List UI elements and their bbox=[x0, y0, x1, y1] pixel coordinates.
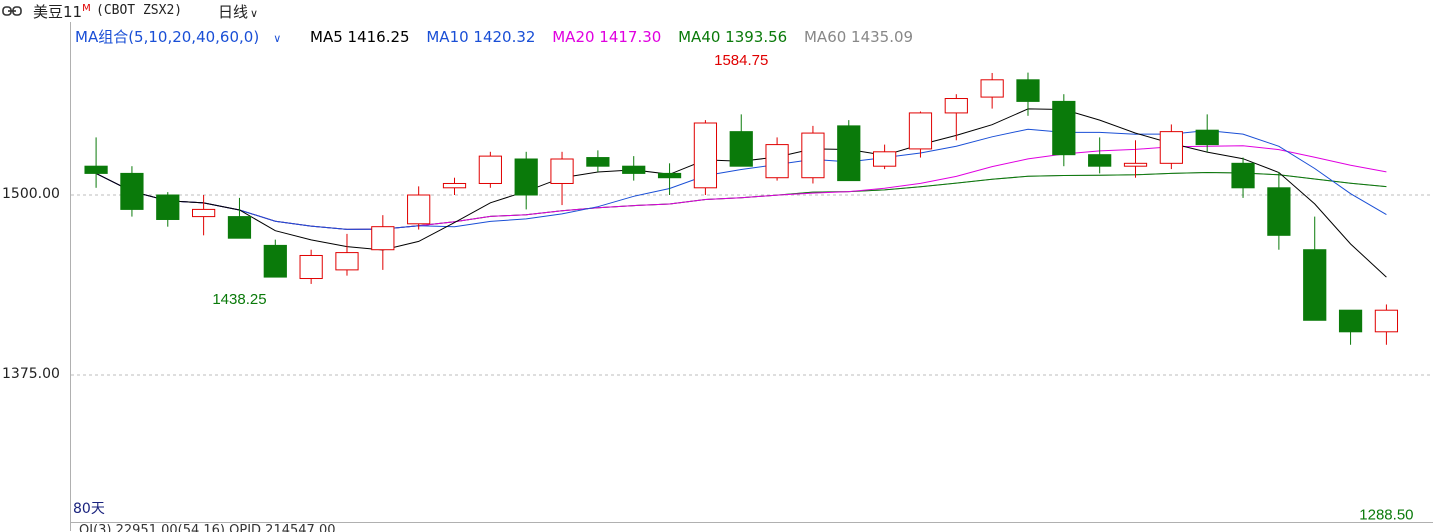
candle-body-down bbox=[1016, 79, 1040, 102]
instrument-code: (CBOT ZSX2) bbox=[96, 3, 183, 18]
candle-body-down bbox=[84, 165, 108, 174]
instrument-badge: M bbox=[82, 3, 91, 14]
period-label: 日线 bbox=[218, 3, 249, 21]
candle-body-down bbox=[837, 125, 861, 182]
candle-body-up bbox=[442, 182, 467, 189]
y-tick-label: 1500.00 bbox=[2, 186, 60, 202]
candle-body-up bbox=[192, 208, 216, 218]
candle-body-up bbox=[908, 112, 933, 150]
candle-body-down bbox=[622, 165, 646, 174]
candle-body-down bbox=[1195, 129, 1219, 146]
top-bar: 美豆11M (CBOT ZSX2) 日线 ∨ bbox=[0, 0, 1433, 22]
period-selector[interactable]: 日线 ∨ bbox=[218, 1, 258, 22]
candle-body-up bbox=[299, 254, 323, 280]
candle-body-down bbox=[586, 157, 610, 167]
ma40-line bbox=[95, 171, 1387, 230]
candle-body-up bbox=[407, 194, 431, 225]
candle-body-up bbox=[693, 122, 718, 189]
candle-body-up bbox=[944, 98, 968, 114]
candle-body-up bbox=[1123, 162, 1148, 167]
y-tick-label: 1375.00 bbox=[2, 366, 60, 382]
candle-body-down bbox=[1052, 100, 1076, 156]
candle-body-up bbox=[873, 151, 897, 167]
candle-body-up bbox=[980, 79, 1004, 98]
ma60-line bbox=[95, 171, 1387, 230]
candle-body-up bbox=[1159, 131, 1183, 164]
candle-body-up bbox=[801, 132, 825, 179]
candle-body-up bbox=[371, 226, 395, 251]
candle-body-up bbox=[1374, 309, 1399, 333]
price-annotation: 1438.25 bbox=[212, 291, 266, 308]
candle-body-down bbox=[1303, 249, 1327, 321]
candle-body-down bbox=[1338, 309, 1363, 333]
price-annotation: 1584.75 bbox=[714, 52, 768, 69]
visible-days-label: 80天 bbox=[73, 501, 105, 517]
candle-body-up bbox=[765, 144, 789, 179]
price-annotation: 1288.50 bbox=[1359, 507, 1413, 522]
candle-body-up bbox=[335, 252, 359, 271]
candle-body-down bbox=[1231, 162, 1255, 189]
instrument-name: 美豆11 bbox=[33, 3, 83, 21]
candle-body-down bbox=[263, 244, 287, 278]
candle-body-down bbox=[156, 194, 180, 220]
candle-body-down bbox=[729, 131, 753, 167]
link-icon[interactable] bbox=[2, 4, 22, 18]
candle-body-down bbox=[120, 172, 144, 210]
candle-body-up bbox=[478, 155, 502, 184]
candle-body-up bbox=[550, 158, 574, 184]
candle-body-down bbox=[1088, 154, 1112, 167]
instrument-title: 美豆11M bbox=[33, 1, 91, 22]
candle-body-down bbox=[657, 172, 682, 179]
candle-body-down bbox=[1267, 187, 1291, 236]
candlestick-chart[interactable]: 1584.751438.251489.001288.50 bbox=[71, 22, 1433, 522]
chevron-down-icon: ∨ bbox=[250, 7, 259, 20]
candle-body-down bbox=[227, 216, 252, 239]
y-axis: 1500.00 1375.00 bbox=[0, 22, 71, 531]
candle-body-down bbox=[514, 158, 538, 196]
